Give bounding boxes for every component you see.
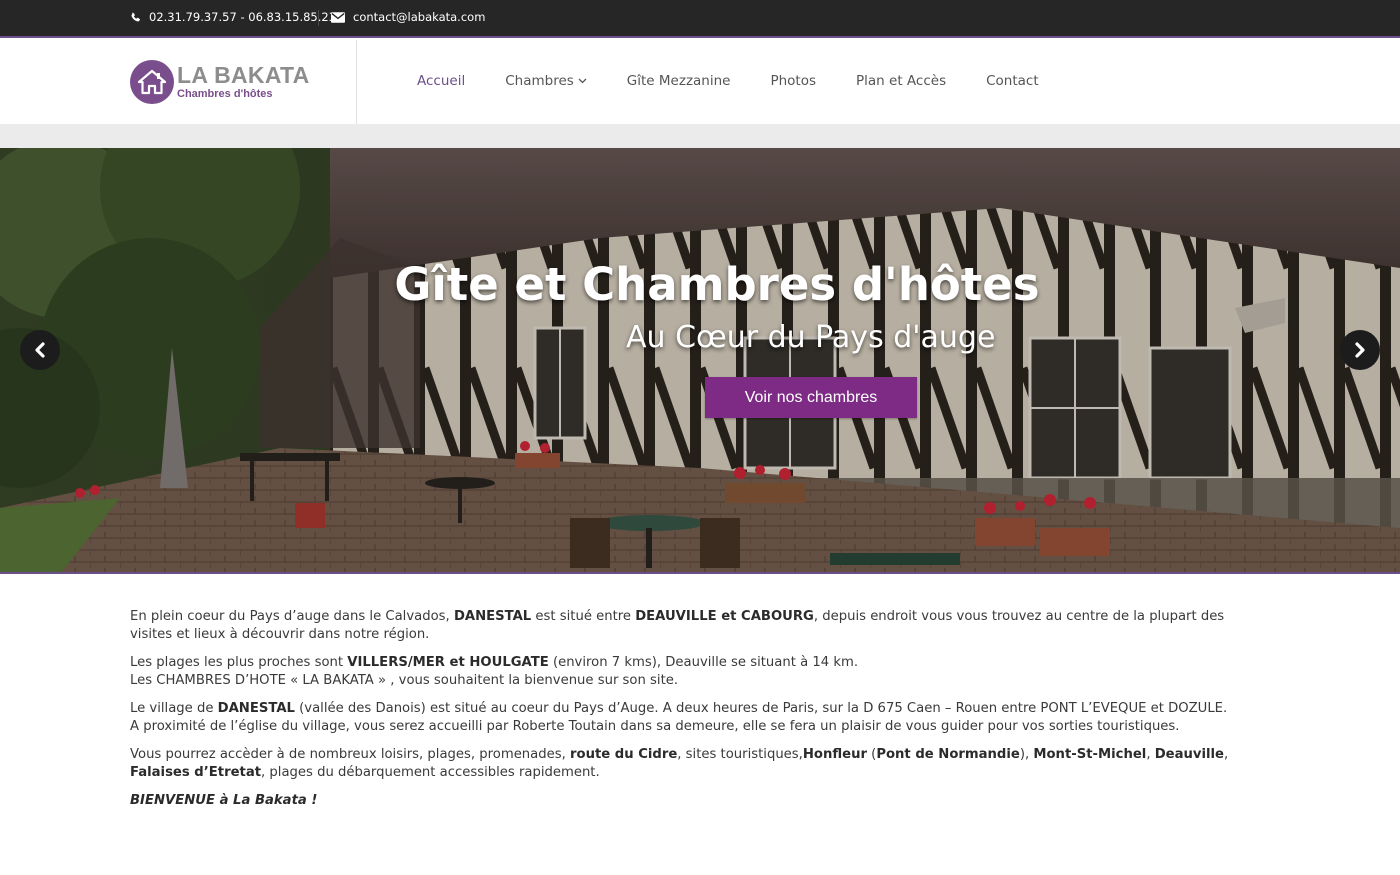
bold-text: DANESTAL (217, 701, 295, 716)
site-logo[interactable]: LA BAKATA Chambres d'hôtes (130, 60, 310, 104)
intro-paragraph-2: Les plages les plus proches sont VILLERS… (130, 654, 1270, 690)
hero-subtitle: Au Cœur du Pays d'auge (626, 320, 996, 355)
intro-paragraph-4: Vous pourrez accèder à de nombreux loisi… (130, 746, 1270, 782)
logo-subtitle: Chambres d'hôtes (177, 88, 273, 100)
bold-text: DANESTAL (453, 609, 532, 624)
nav-item-contact[interactable]: Contact (986, 73, 1039, 89)
site-header: LA BAKATA Chambres d'hôtes Accueil Chamb… (0, 40, 1400, 124)
topbar-divider (318, 10, 319, 26)
nav-label: Plan et Accès (856, 73, 947, 89)
text-run: Les plages les plus proches sont (130, 655, 348, 670)
nav-label: Chambres (505, 73, 574, 89)
chevron-right-icon (1355, 342, 1365, 358)
phone-contact[interactable]: 02.31.79.37.57 - 06.83.15.85.23 (130, 10, 336, 24)
header-shadow-strip (0, 124, 1400, 148)
hero-title: Gîte et Chambres d'hôtes (394, 258, 1040, 311)
text-run: est situé entre (531, 609, 636, 624)
email-contact[interactable]: contact@labakata.com (331, 10, 485, 24)
bold-text: Pont de Normandie (876, 747, 1020, 762)
text-run: Le village de (130, 701, 218, 716)
chevron-down-icon (578, 78, 587, 84)
text-run: Les CHAMBRES D’HOTE « LA BAKATA » , vous… (130, 673, 679, 688)
bold-text: route du Cidre (570, 747, 678, 762)
text-run: Vous pourrez accèder à de nombreux loisi… (130, 747, 570, 762)
hero-slider: Gîte et Chambres d'hôtes Au Cœur du Pays… (0, 148, 1400, 574)
text-run: En plein coeur du Pays d’auge dans le Ca… (130, 609, 454, 624)
bold-text: Honfleur (802, 747, 867, 762)
bold-text: Falaises d’Etretat (130, 765, 262, 780)
nav-item-gite-mezzanine[interactable]: Gîte Mezzanine (627, 73, 731, 89)
text-run: (vallée des Danois) est situé au coeur d… (294, 701, 1228, 716)
logo-title: LA BAKATA (177, 62, 310, 88)
intro-paragraph-1: En plein coeur du Pays d’auge dans le Ca… (130, 608, 1270, 644)
text-run: (environ 7 kms), Deauville se situant à … (548, 655, 859, 670)
text-run: ( (866, 747, 877, 762)
bold-text: Deauville (1154, 747, 1224, 762)
logo-badge (130, 60, 174, 104)
bold-text: DEAUVILLE et CABOURG (635, 609, 814, 624)
view-rooms-button[interactable]: Voir nos chambres (705, 377, 917, 418)
logo-text: LA BAKATA Chambres d'hôtes (177, 64, 310, 100)
bold-text: VILLERS/MER et HOULGATE (347, 655, 549, 670)
nav-item-accueil[interactable]: Accueil (417, 73, 465, 89)
main-nav: Accueil Chambres Gîte Mezzanine Photos P… (417, 73, 1079, 89)
nav-label: Photos (770, 73, 817, 89)
hero-background-image (0, 148, 1400, 572)
nav-label: Gîte Mezzanine (626, 73, 731, 89)
text-run: A proximité de l’église du village, vous… (130, 719, 1180, 734)
text-run: , plages du débarquement accessibles rap… (261, 765, 600, 780)
nav-label: Accueil (417, 73, 466, 89)
phone-number: 02.31.79.37.57 - 06.83.15.85.23 (149, 10, 337, 24)
house-icon (137, 69, 167, 95)
text-run: , (1146, 747, 1155, 762)
nav-label: Contact (986, 73, 1039, 89)
text-run: , sites touristiques, (677, 747, 803, 762)
welcome-message: BIENVENUE à La Bakata ! (130, 793, 318, 808)
nav-item-plan-acces[interactable]: Plan et Accès (856, 73, 946, 89)
intro-paragraph-3: Le village de DANESTAL (vallée des Danoi… (130, 700, 1270, 736)
chevron-left-icon (35, 342, 45, 358)
slider-prev-button[interactable] (20, 330, 60, 370)
top-bar: 02.31.79.37.57 - 06.83.15.85.23 contact@… (0, 0, 1400, 38)
email-address: contact@labakata.com (353, 10, 486, 24)
text-run: , (1223, 747, 1229, 762)
header-divider (356, 40, 357, 124)
nav-item-chambres[interactable]: Chambres (505, 73, 587, 89)
phone-icon (131, 12, 140, 21)
nav-item-photos[interactable]: Photos (770, 73, 816, 89)
envelope-icon (331, 11, 345, 23)
intro-content: En plein coeur du Pays d’auge dans le Ca… (130, 608, 1270, 820)
text-run: ), (1019, 747, 1034, 762)
bold-text: Mont-St-Michel (1033, 747, 1147, 762)
slider-next-button[interactable] (1340, 330, 1380, 370)
